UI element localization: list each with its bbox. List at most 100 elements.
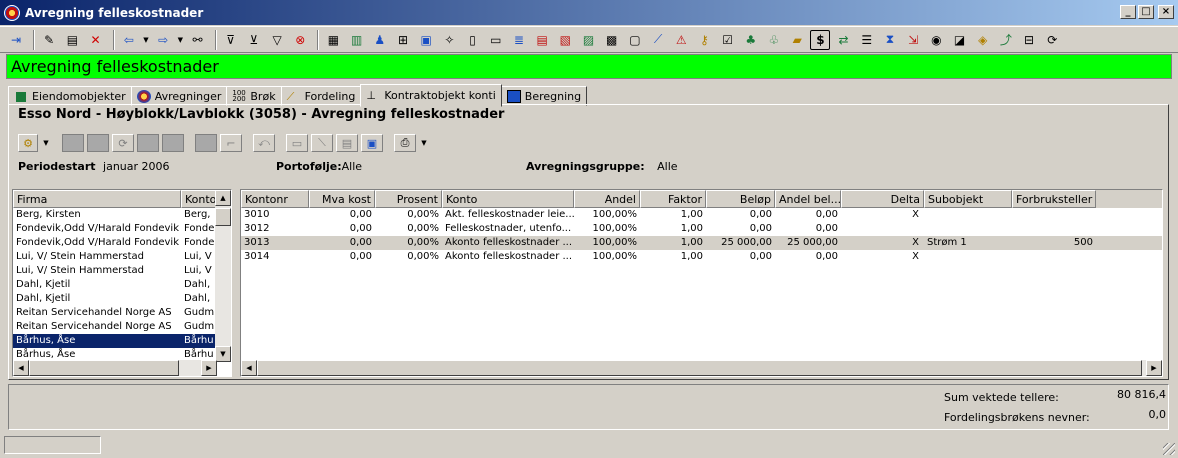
close-button[interactable]: × [1158, 5, 1174, 19]
print-dropdown-icon[interactable]: ▼ [419, 134, 429, 152]
last-record-button[interactable] [162, 134, 184, 152]
tab-brok[interactable]: 100 200 Brøk [226, 86, 282, 106]
sync-icon[interactable]: ⟳ [1042, 30, 1062, 50]
filter-clear-icon[interactable]: ⊗ [290, 30, 310, 50]
table-row[interactable]: Lui, V/ Stein Hammerstad Lui, V [13, 250, 231, 264]
stack-icon[interactable]: ≣ [509, 30, 529, 50]
column-header-forbruksteller[interactable]: Forbruksteller [1012, 190, 1096, 208]
refresh-icon[interactable]: ⟳ [112, 134, 134, 152]
tree-edit-icon[interactable]: ♧ [764, 30, 784, 50]
scroll-thumb[interactable] [29, 360, 179, 376]
giro-icon[interactable]: ▧ [555, 30, 575, 50]
remove-icon[interactable]: ⌐ [220, 134, 242, 152]
edit-icon[interactable]: ✎ [39, 30, 59, 50]
tab-kontraktobjekt-konti[interactable]: ⊥ Kontraktobjekt konti [360, 84, 502, 107]
badge-icon[interactable]: ▤ [532, 30, 552, 50]
money-bag-icon[interactable]: ◈ [973, 30, 993, 50]
table-row[interactable]: Reitan Servicehandel Norge AS Gudm [13, 306, 231, 320]
target-icon[interactable]: ◉ [926, 30, 946, 50]
first-record-button[interactable] [62, 134, 84, 152]
scroll-thumb[interactable] [257, 360, 1142, 376]
column-header-belop[interactable]: Beløp [706, 190, 775, 208]
calendar-icon[interactable]: ▩ [602, 30, 622, 50]
filter-icon[interactable]: ⊽ [221, 30, 241, 50]
settings-dropdown-icon[interactable]: ▼ [41, 134, 51, 152]
back-dropdown-icon[interactable]: ▼ [142, 30, 150, 50]
scroll-right-icon[interactable]: ▶ [1146, 360, 1162, 376]
column-header-mva-kost[interactable]: Mva kost [309, 190, 375, 208]
insert-icon[interactable]: ▭ [286, 134, 308, 152]
logout-icon[interactable]: ⇲ [903, 30, 923, 50]
edit-row-icon[interactable]: ⟍ [311, 134, 333, 152]
tab-fordeling[interactable]: ⟋ Fordeling [280, 86, 362, 106]
tab-eiendomobjekter[interactable]: Eiendomobjekter [8, 86, 132, 106]
folder-icon[interactable]: ▰ [787, 30, 807, 50]
column-header-faktor[interactable]: Faktor [640, 190, 706, 208]
scroll-right-icon[interactable]: ▶ [201, 360, 217, 376]
column-header-kontonr[interactable]: Kontonr [241, 190, 309, 208]
vertical-scrollbar[interactable]: ▲ ▼ [215, 190, 231, 362]
table-row[interactable]: 3012 0,00 0,00% Felleskostnader, utenfo... 1… [241, 222, 1162, 236]
column-header-konto[interactable]: Konto [442, 190, 574, 208]
konto-grid[interactable]: Kontonr Mva kost Prosent Konto Andel Fak… [240, 189, 1163, 377]
forward-icon[interactable]: ⇨ [153, 30, 173, 50]
back-icon[interactable]: ⇦ [119, 30, 139, 50]
table-row[interactable]: Dahl, Kjetil Dahl, [13, 278, 231, 292]
checklist-icon[interactable]: ☑ [718, 30, 738, 50]
undo-icon[interactable]: ⤺ [253, 134, 275, 152]
table-row[interactable]: 3010 0,00 0,00% Akt. felleskostnader leie..… [241, 208, 1162, 222]
column-header-delta[interactable]: Delta [841, 190, 924, 208]
exit-icon[interactable]: ⇥ [6, 30, 26, 50]
filter-edit-icon[interactable]: ⊻ [244, 30, 264, 50]
save-disk-icon[interactable]: ▣ [361, 134, 383, 152]
tools-icon[interactable]: ✧ [439, 30, 459, 50]
key-icon[interactable]: ⚷ [694, 30, 714, 50]
filter-apply-icon[interactable]: ▽ [267, 30, 287, 50]
resize-grip-icon[interactable] [1163, 443, 1175, 455]
forward-dropdown-icon[interactable]: ▼ [176, 30, 184, 50]
binoculars-icon[interactable]: ⚯ [188, 30, 208, 50]
firma-grid[interactable]: Firma Kontor Berg, Kirsten Berg, Fondevik,… [12, 189, 232, 377]
hourglass-icon[interactable]: ⧗ [880, 30, 900, 50]
column-header-andel-belop[interactable]: Andel bel... [775, 190, 841, 208]
trend-icon[interactable]: ⤴ [996, 30, 1016, 50]
horizontal-scrollbar[interactable]: ◀ ▶ [241, 360, 1162, 376]
table-row[interactable]: Fondevik,Odd V/Harald Fondevik Fonde [13, 236, 231, 250]
scroll-up-icon[interactable]: ▲ [215, 190, 231, 206]
list-check-icon[interactable]: ☰ [857, 30, 877, 50]
scroll-down-icon[interactable]: ▼ [215, 346, 231, 362]
window-icon[interactable]: ▢ [625, 30, 645, 50]
dollar-icon[interactable]: $ [810, 29, 831, 50]
column-header-firma[interactable]: Firma [13, 190, 181, 208]
building-icon[interactable]: ▥ [347, 30, 367, 50]
table-row[interactable]: Dahl, Kjetil Dahl, [13, 292, 231, 306]
form-icon[interactable]: ▤ [336, 134, 358, 152]
scroll-left-icon[interactable]: ◀ [241, 360, 257, 376]
delete-icon[interactable]: ✕ [86, 30, 106, 50]
graph-icon[interactable]: ◪ [950, 30, 970, 50]
tree-icon[interactable]: ♣ [741, 30, 761, 50]
folders-icon[interactable]: ▣ [416, 30, 436, 50]
printer-icon[interactable]: ⎙ [394, 134, 416, 152]
horizontal-scrollbar[interactable]: ◀ ▶ [13, 360, 217, 376]
warning-icon[interactable]: ⚠ [671, 30, 691, 50]
column-header-prosent[interactable]: Prosent [375, 190, 442, 208]
table-row[interactable]: Bårhus, Åse Bårhu [13, 334, 231, 348]
table-row[interactable]: Reitan Servicehandel Norge AS Gudm [13, 320, 231, 334]
tab-avregninger[interactable]: Avregninger [130, 86, 228, 106]
table-row[interactable]: Fondevik,Odd V/Harald Fondevik Fonde [13, 222, 231, 236]
settings-icon[interactable]: ⚙ [18, 134, 38, 152]
table-row[interactable]: 3014 0,00 0,00% Akonto felleskostnader ... 1… [241, 250, 1162, 264]
add-button[interactable] [195, 134, 217, 152]
person-icon[interactable]: ♟ [370, 30, 390, 50]
table-row[interactable]: Lui, V/ Stein Hammerstad Lui, V [13, 264, 231, 278]
grid-icon[interactable]: ⊟ [1019, 30, 1039, 50]
keyboard-icon[interactable]: ▭ [486, 30, 506, 50]
tab-beregning[interactable]: Beregning [500, 86, 588, 106]
network-icon[interactable]: ⊞ [393, 30, 413, 50]
minimize-button[interactable]: _ [1120, 5, 1136, 19]
next-record-button[interactable] [137, 134, 159, 152]
image-icon[interactable]: ▨ [579, 30, 599, 50]
scroll-left-icon[interactable]: ◀ [13, 360, 29, 376]
save-icon[interactable]: ▤ [62, 30, 82, 50]
